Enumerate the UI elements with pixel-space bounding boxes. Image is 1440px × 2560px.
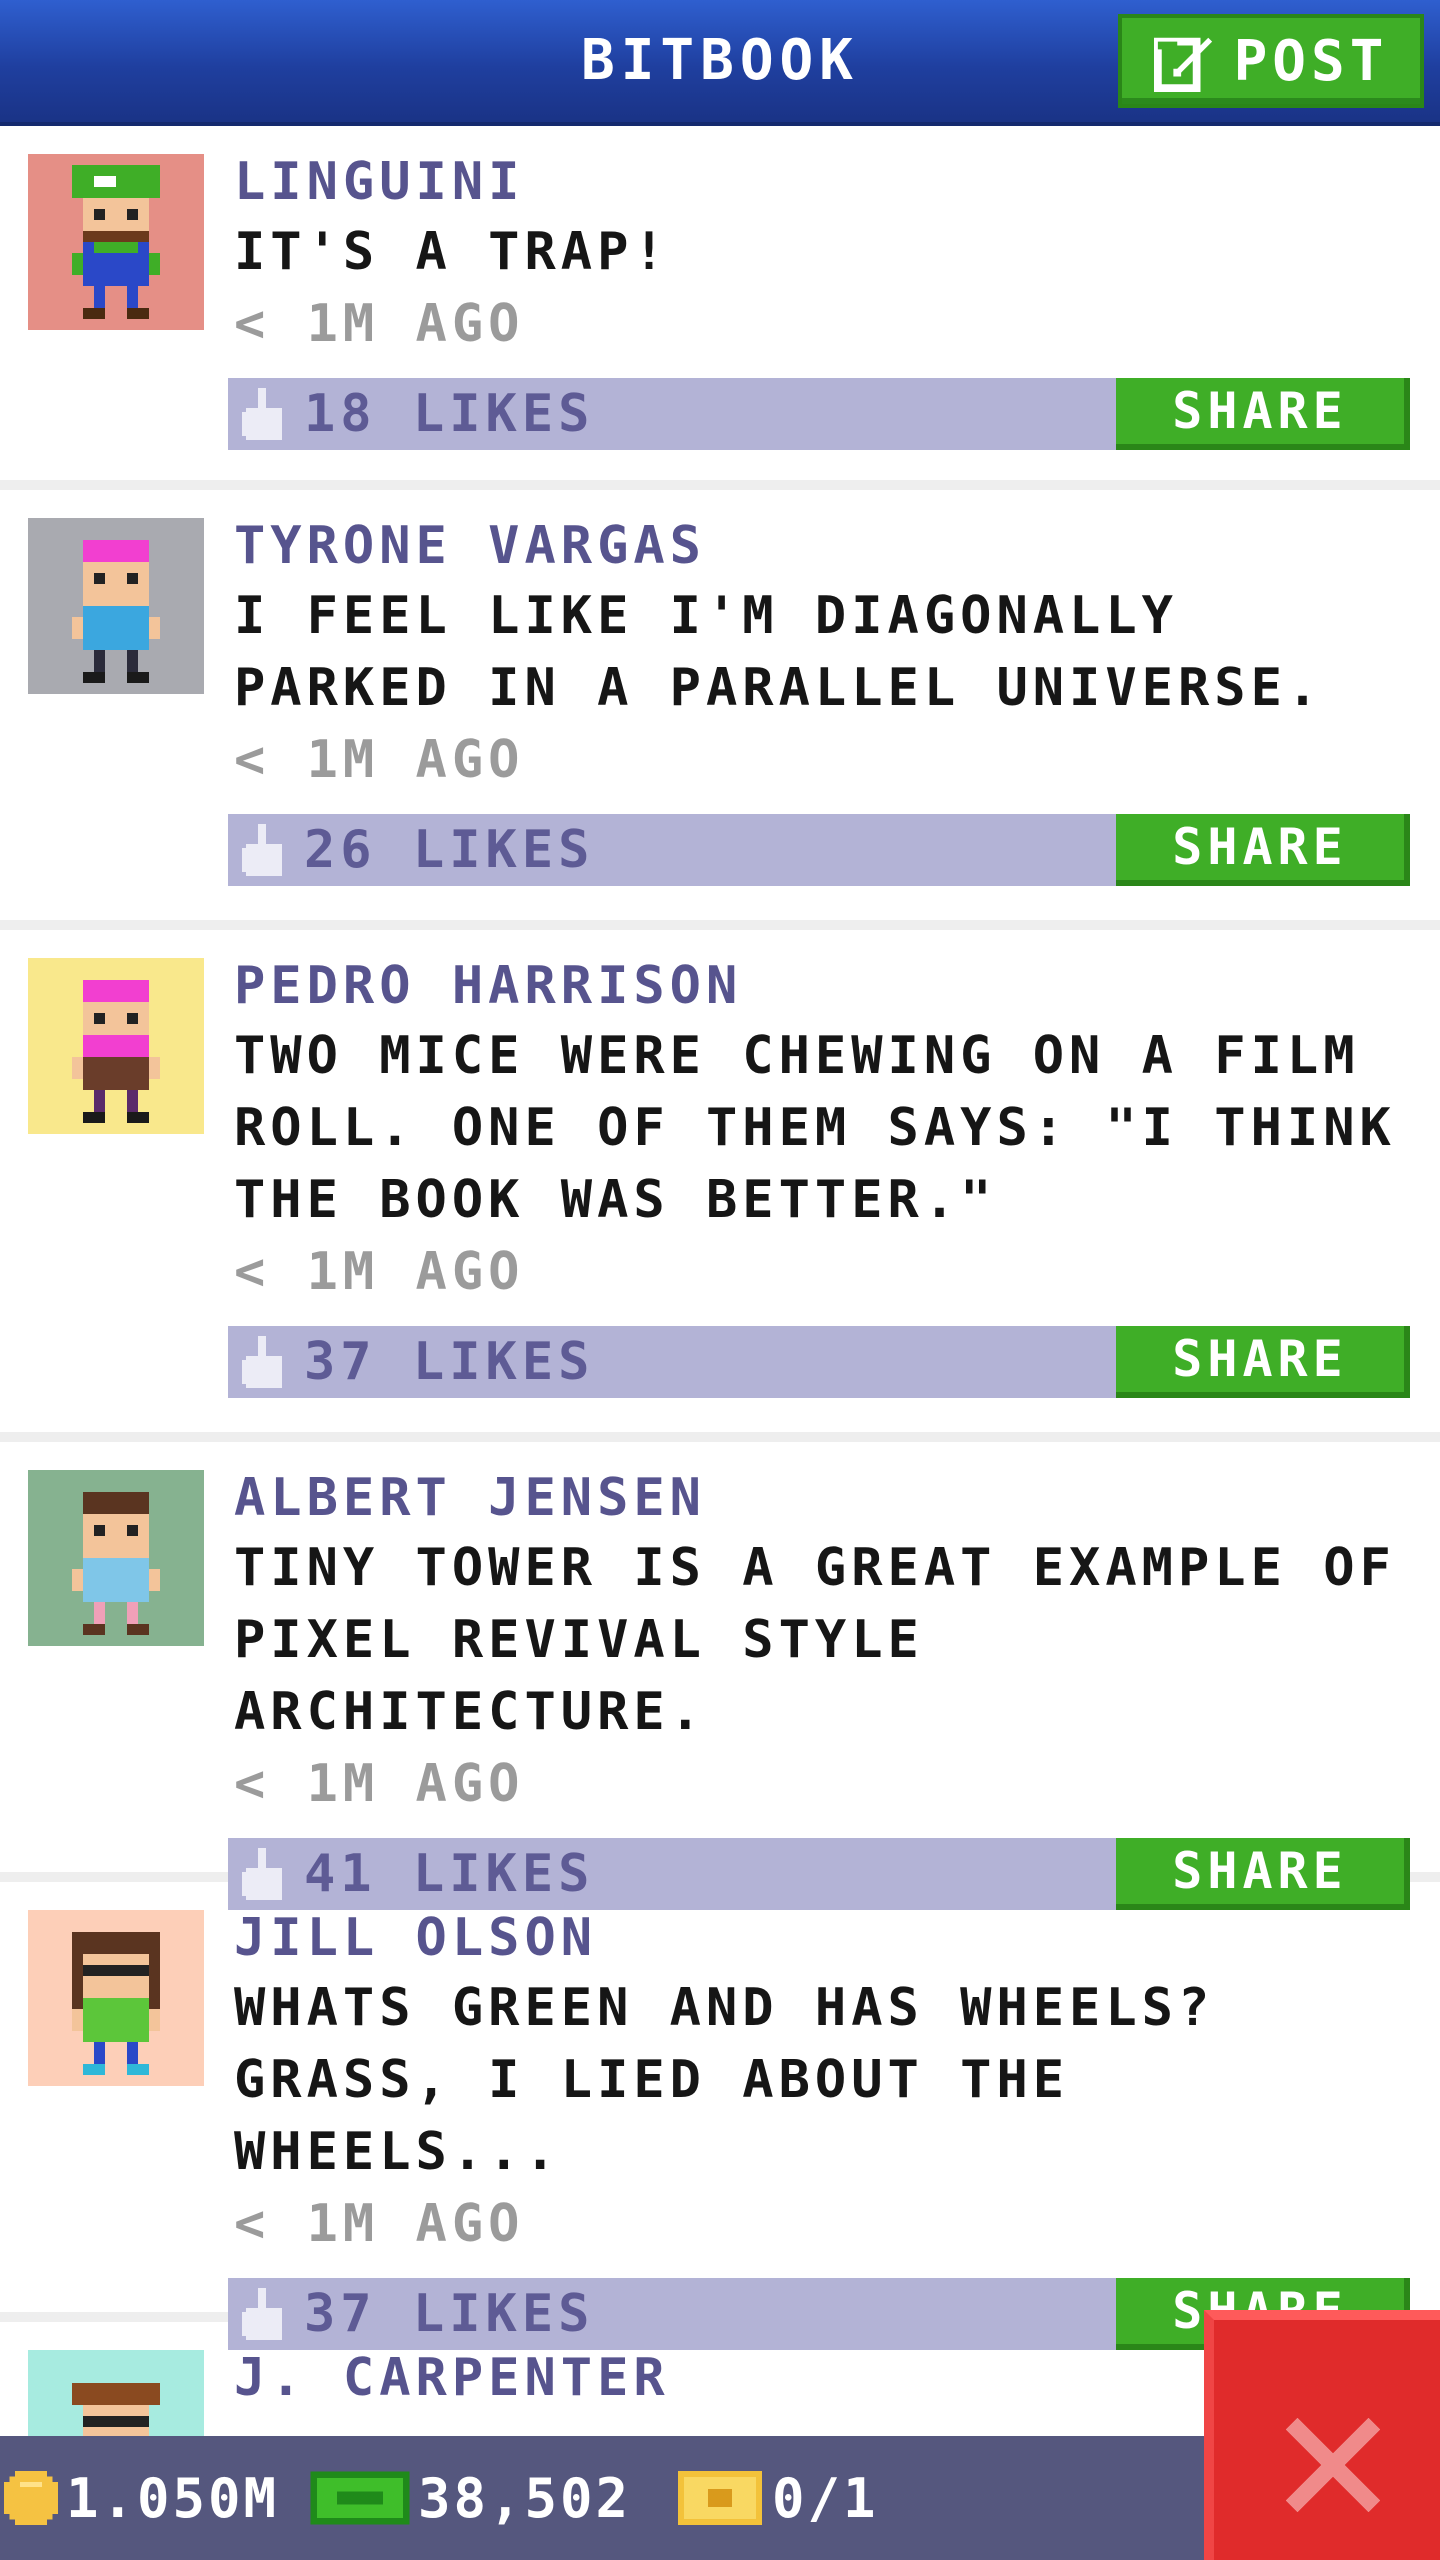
likes-count: 18 LIKES — [304, 384, 595, 444]
post-time: < 1M AGO — [234, 294, 525, 354]
post-author[interactable]: TYRONE VARGAS — [234, 512, 1420, 580]
edit-icon — [1153, 37, 1212, 92]
avatar — [28, 958, 204, 1134]
share-button[interactable]: SHARE — [1116, 814, 1410, 886]
like-icon[interactable] — [242, 388, 286, 444]
share-button[interactable]: SHARE — [1116, 378, 1410, 450]
post-message: TWO MICE WERE CHEWING ON A FILM ROLL. ON… — [234, 1026, 1396, 1230]
post-time: < 1M AGO — [234, 730, 525, 790]
coin-icon — [4, 2471, 58, 2525]
post-button[interactable]: POST — [1118, 14, 1424, 108]
feed-post: JILL OLSON WHATS GREEN AND HAS WHEELS? G… — [0, 1882, 1440, 2350]
tickets-value: 0/1 — [772, 2466, 879, 2530]
post-message: WHATS GREEN AND HAS WHEELS? GRASS, I LIE… — [234, 1978, 1215, 2182]
post-message: I FEEL LIKE I'M DIAGONALLY PARKED IN A P… — [234, 586, 1324, 718]
close-button[interactable] — [1204, 2310, 1440, 2560]
bux-icon — [310, 2471, 410, 2525]
feed-post: PEDRO HARRISON TWO MICE WERE CHEWING ON … — [0, 930, 1440, 1442]
post-time: < 1M AGO — [234, 1754, 525, 1814]
likes-count: 26 LIKES — [304, 820, 595, 880]
coins-value: 1.050M — [66, 2466, 280, 2530]
feed-post: LINGUINI IT'S A TRAP! < 1M AGO 18 LIKES … — [0, 126, 1440, 490]
bux-stat: 38,502 — [310, 2436, 631, 2560]
like-icon[interactable] — [242, 1336, 286, 1392]
avatar — [28, 518, 204, 694]
post-message: IT'S A TRAP! — [234, 222, 670, 282]
like-icon[interactable] — [242, 824, 286, 880]
post-author[interactable]: ALBERT JENSEN — [234, 1464, 1420, 1532]
feed-post: ALBERT JENSEN TINY TOWER IS A GREAT EXAM… — [0, 1442, 1440, 1910]
likes-bar: 18 LIKES SHARE — [228, 378, 1410, 450]
likes-count: 37 LIKES — [304, 1332, 595, 1392]
post-author[interactable]: LINGUINI — [234, 148, 1420, 216]
app-header: BITBOOK POST — [0, 0, 1440, 126]
post-time: < 1M AGO — [234, 1242, 525, 1302]
tickets-stat: 0/1 — [676, 2436, 879, 2560]
coins-stat: 1.050M — [4, 2436, 279, 2560]
post-author[interactable]: PEDRO HARRISON — [234, 952, 1420, 1020]
post-button-label: POST — [1233, 28, 1389, 94]
avatar — [28, 1470, 204, 1646]
bux-value: 38,502 — [418, 2466, 632, 2530]
feed[interactable]: LINGUINI IT'S A TRAP! < 1M AGO 18 LIKES … — [0, 126, 1440, 2526]
avatar — [28, 154, 204, 330]
likes-bar: 37 LIKES SHARE — [228, 1326, 1410, 1398]
avatar — [28, 1910, 204, 2086]
post-message: TINY TOWER IS A GREAT EXAMPLE OF PIXEL R… — [234, 1538, 1396, 1742]
post-author[interactable]: JILL OLSON — [234, 1904, 1420, 1972]
likes-bar: 26 LIKES SHARE — [228, 814, 1410, 886]
post-time: < 1M AGO — [234, 2194, 525, 2254]
feed-post: TYRONE VARGAS I FEEL LIKE I'M DIAGONALLY… — [0, 490, 1440, 930]
close-icon — [1285, 2417, 1381, 2513]
share-button[interactable]: SHARE — [1116, 1326, 1410, 1398]
ticket-icon — [678, 2471, 762, 2525]
